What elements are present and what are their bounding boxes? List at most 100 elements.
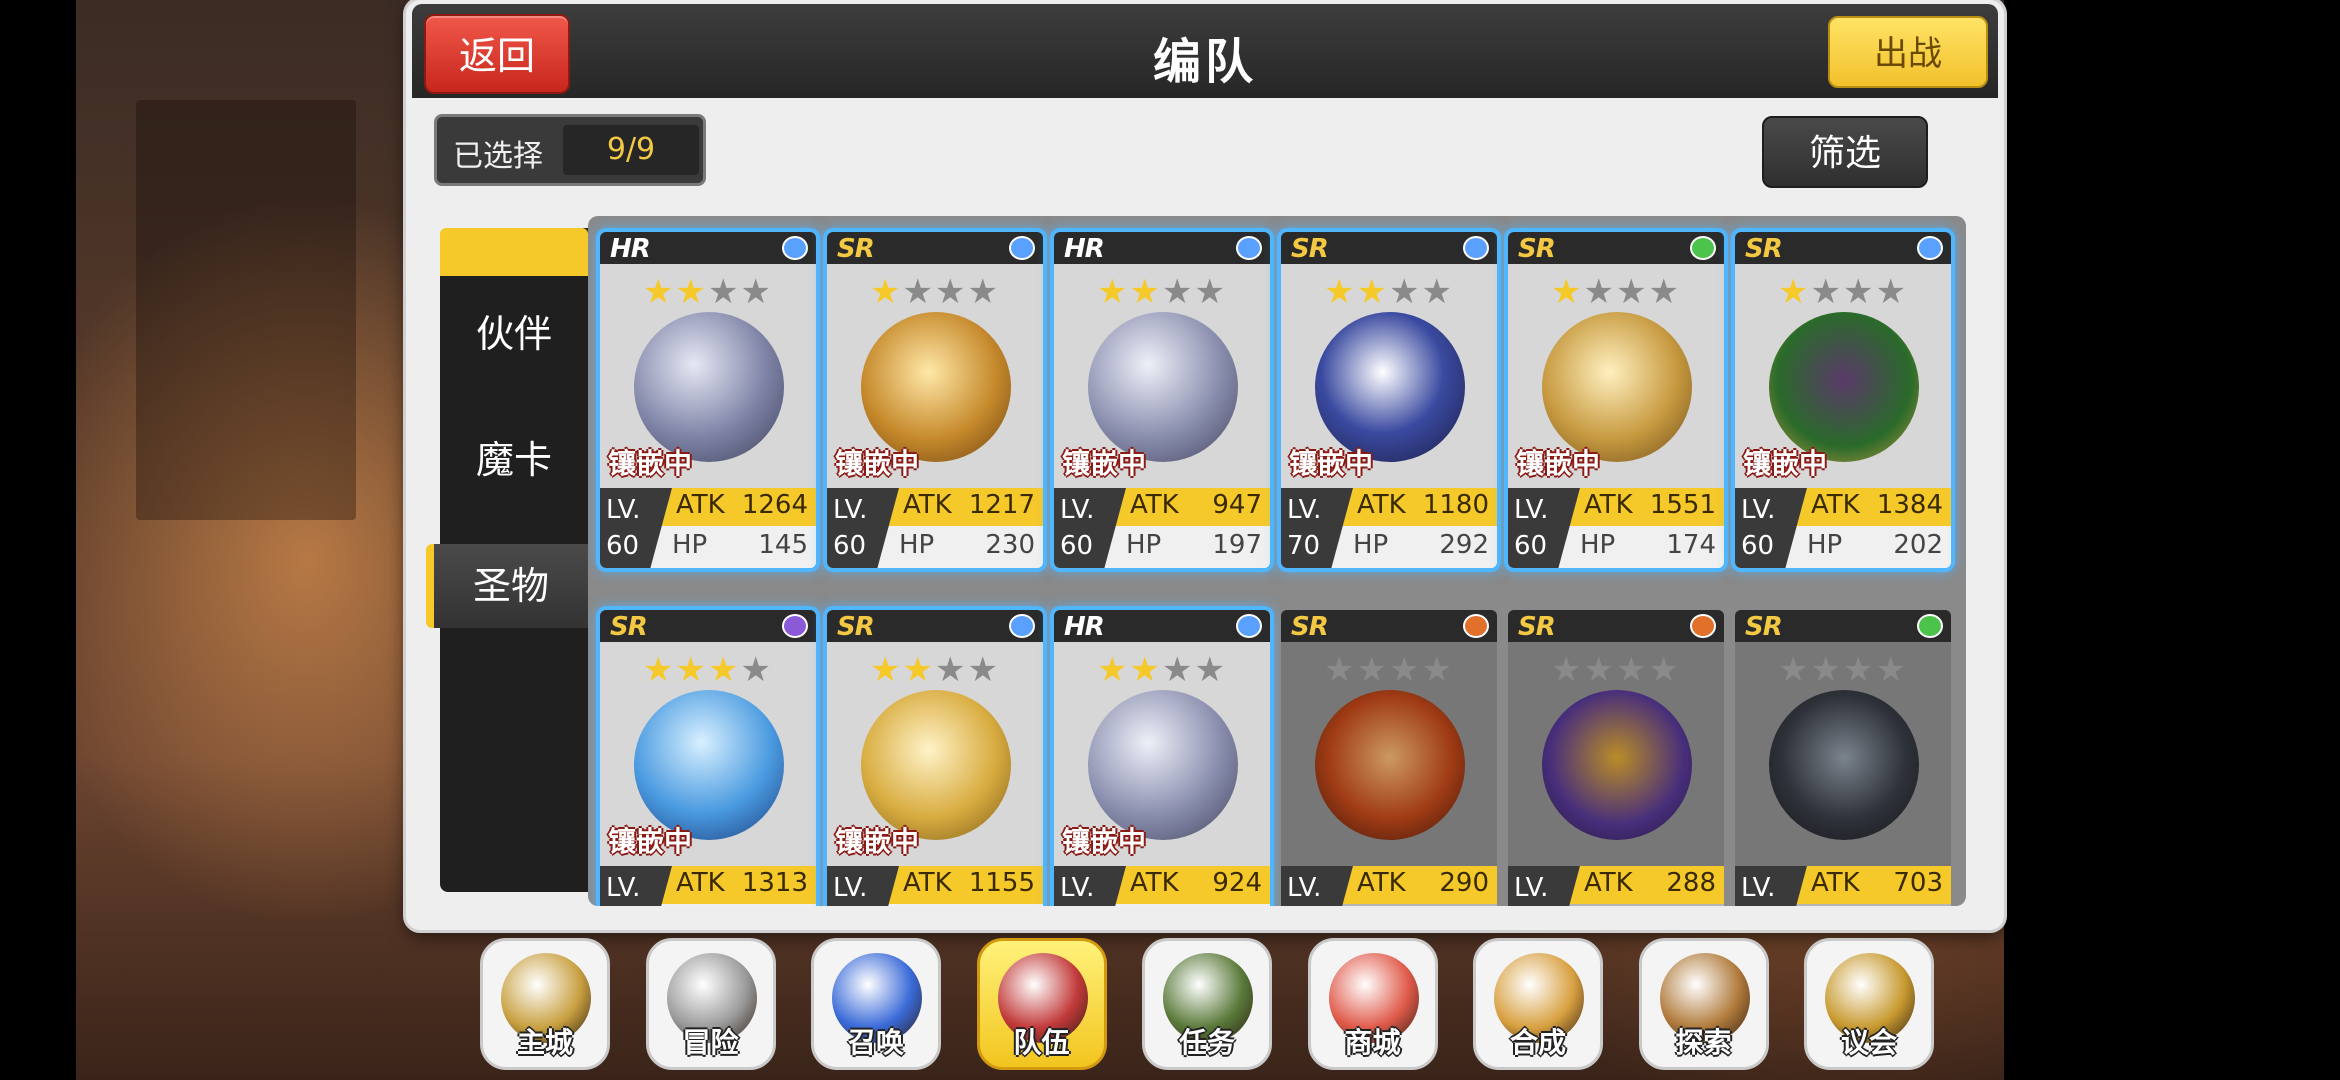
nav-item[interactable]: 探索 xyxy=(1638,938,1769,1070)
rarity-badge: SR xyxy=(837,234,875,264)
golden-lyre-relic-icon xyxy=(861,312,1011,462)
relic-card[interactable]: HR ★★★★ 镶嵌中 LV. 60 ATK 1264 HP 145 xyxy=(600,232,816,568)
star-filled-icon: ★ xyxy=(1356,272,1389,312)
star-filled-icon: ★ xyxy=(1097,650,1130,690)
hp-label: HP xyxy=(1580,530,1616,560)
star-empty-icon: ★ xyxy=(1583,650,1616,690)
relic-card[interactable]: SR★★★★镶嵌中LV.ATK1155HP xyxy=(827,610,1043,906)
card-stats: LV. 70 ATK 1180 HP 292 xyxy=(1281,488,1497,568)
card-header: SR xyxy=(1508,232,1724,264)
level-label: LV. xyxy=(833,873,868,903)
element-icon xyxy=(1463,614,1489,638)
level-text: LV. xyxy=(833,870,867,906)
star-rating: ★★★★ xyxy=(1281,650,1497,690)
relic-card[interactable]: SR★★★★LV.ATK288HP xyxy=(1508,610,1724,906)
rarity-badge: SR xyxy=(1518,234,1556,264)
tab-magic-cards[interactable]: 魔卡 xyxy=(440,418,588,502)
element-icon xyxy=(1463,236,1489,260)
element-icon xyxy=(1009,236,1035,260)
star-filled-icon: ★ xyxy=(675,650,708,690)
rarity-badge: HR xyxy=(1064,612,1105,642)
hp-value: 145 xyxy=(758,530,808,560)
atk-label: ATK xyxy=(1357,868,1406,898)
star-empty-icon: ★ xyxy=(1875,272,1908,312)
relic-card[interactable]: SR ★★★★ 镶嵌中 LV. 60 ATK 1384 HP 202 xyxy=(1735,232,1951,568)
star-empty-icon: ★ xyxy=(1616,272,1649,312)
winged-wheel-relic-icon xyxy=(1542,312,1692,462)
selected-label: 已选择 xyxy=(453,139,543,174)
embedded-label: 镶嵌中 xyxy=(1289,447,1374,480)
atk-value: 1313 xyxy=(741,868,808,898)
nav-item[interactable]: 商城 xyxy=(1307,938,1438,1070)
hp-label: HP xyxy=(1353,530,1389,560)
nav-label: 任务 xyxy=(1178,1026,1235,1059)
nav-label: 召唤 xyxy=(847,1026,904,1059)
nav-item[interactable]: 召唤 xyxy=(811,938,941,1070)
relic-card[interactable]: SR ★★★★ 镶嵌中 LV. 60 ATK 1217 HP 230 xyxy=(827,232,1043,568)
nav-item[interactable]: 合成 xyxy=(1473,938,1603,1070)
relic-card[interactable]: SR ★★★★ 镶嵌中 LV. 60 ATK 1551 HP 174 xyxy=(1508,232,1724,568)
level-label: LV. xyxy=(1741,495,1776,525)
nav-item[interactable]: 主城 xyxy=(480,938,610,1070)
relic-card[interactable]: SR★★★★LV.ATK703HP xyxy=(1735,610,1951,906)
bottom-nav: 主城 冒险 召唤 队伍 任务 商城 合成 探索 议会 xyxy=(476,934,1946,1074)
relic-card[interactable]: SR ★★★★ 镶嵌中 LV. 70 ATK 1180 HP 292 xyxy=(1281,232,1497,568)
level-label: LV. xyxy=(1741,873,1776,903)
level-value: 60 xyxy=(1514,531,1548,561)
relic-card[interactable]: SR★★★★镶嵌中LV.ATK1313HP xyxy=(600,610,816,906)
star-filled-icon: ★ xyxy=(643,272,676,312)
star-empty-icon: ★ xyxy=(967,272,1000,312)
nav-label: 议会 xyxy=(1840,1026,1897,1059)
star-empty-icon: ★ xyxy=(1194,272,1227,312)
hp-value: 197 xyxy=(1212,530,1262,560)
golden-lion-relic-icon xyxy=(1542,690,1692,840)
top-bar: 返回 编队 出战 xyxy=(412,4,1998,98)
element-icon xyxy=(1009,614,1035,638)
star-empty-icon: ★ xyxy=(1421,650,1454,690)
card-stats: LV. 60 ATK 947 HP 197 xyxy=(1054,488,1270,568)
nav-item[interactable]: 冒险 xyxy=(645,938,776,1070)
star-rating: ★★★★ xyxy=(600,650,816,690)
scroll-crest-relic-icon xyxy=(1315,312,1465,462)
hp-label: HP xyxy=(1807,530,1843,560)
rarity-badge: SR xyxy=(837,612,875,642)
star-empty-icon: ★ xyxy=(967,650,1000,690)
level-value: 70 xyxy=(1287,531,1321,561)
tab-partners[interactable]: 伙伴 xyxy=(440,292,588,376)
tab-relics[interactable]: 圣物 xyxy=(426,544,588,628)
element-icon xyxy=(1236,236,1262,260)
rarity-badge: SR xyxy=(1745,612,1783,642)
card-stats: LV.ATK1155HP xyxy=(827,866,1043,906)
atk-label: ATK xyxy=(903,868,952,898)
rarity-badge: SR xyxy=(610,612,648,642)
silver-beast-relic-icon xyxy=(634,312,784,462)
relic-card[interactable]: HR ★★★★ 镶嵌中 LV. 60 ATK 947 HP 197 xyxy=(1054,232,1270,568)
star-empty-icon: ★ xyxy=(1324,650,1357,690)
level-label: LV. xyxy=(1060,873,1095,903)
nav-label: 合成 xyxy=(1509,1026,1566,1059)
filter-button[interactable]: 筛选 xyxy=(1762,116,1928,188)
relic-card[interactable]: HR★★★★镶嵌中LV.ATK924HP xyxy=(1054,610,1270,906)
relic-card[interactable]: SR★★★★LV.ATK290HP xyxy=(1281,610,1497,906)
atk-label: ATK xyxy=(676,490,725,520)
battle-button[interactable]: 出战 xyxy=(1828,16,1988,88)
star-rating: ★★★★ xyxy=(1508,272,1724,312)
atk-value: 703 xyxy=(1893,868,1943,898)
nav-item[interactable]: 队伍 xyxy=(976,938,1107,1070)
element-icon xyxy=(782,236,808,260)
rarity-badge: HR xyxy=(1064,234,1105,264)
nav-item[interactable]: 任务 xyxy=(1142,938,1272,1070)
card-stats: LV.ATK1313HP xyxy=(600,866,816,906)
card-stats: LV.ATK290HP xyxy=(1281,866,1497,906)
element-icon xyxy=(1690,236,1716,260)
nav-item[interactable]: 议会 xyxy=(1804,938,1934,1070)
star-filled-icon: ★ xyxy=(1778,272,1811,312)
star-rating: ★★★★ xyxy=(1735,650,1951,690)
level-text: LV. 60 xyxy=(1060,492,1094,564)
mechanical-crest-relic-icon xyxy=(1769,690,1919,840)
rarity-badge: SR xyxy=(1745,234,1783,264)
star-empty-icon: ★ xyxy=(1810,272,1843,312)
star-empty-icon: ★ xyxy=(1810,650,1843,690)
star-rating: ★★★★ xyxy=(600,272,816,312)
element-icon xyxy=(1690,614,1716,638)
